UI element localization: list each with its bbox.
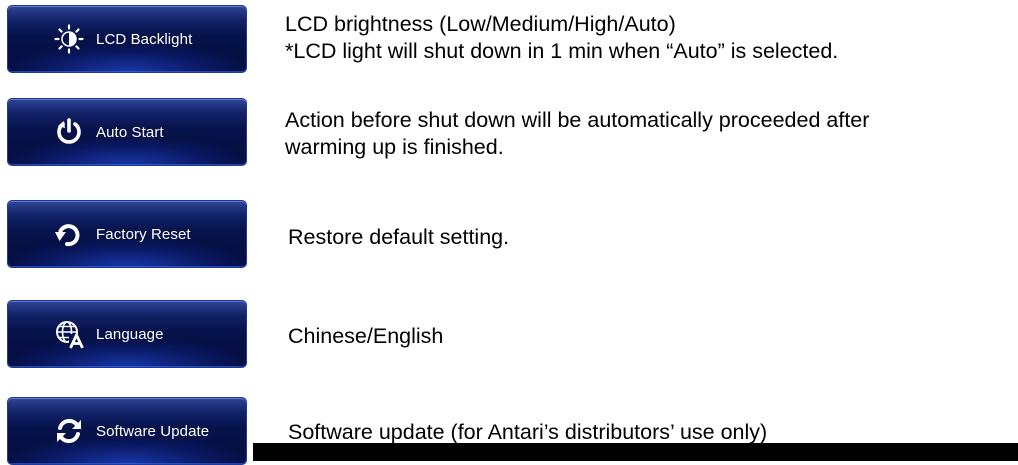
factory-reset-description: Restore default setting. [288, 224, 509, 251]
auto-start-label: Auto Start [96, 123, 164, 141]
software-update-button[interactable]: Software Update [7, 397, 247, 465]
software-update-description: Software update (for Antari’s distributo… [288, 419, 767, 446]
language-button[interactable]: Language [7, 300, 247, 368]
factory-reset-button[interactable]: Factory Reset [7, 200, 247, 268]
software-update-label: Software Update [96, 422, 210, 440]
lcd-backlight-description: LCD brightness (Low/Medium/High/Auto) *L… [285, 11, 838, 65]
description-line: Action before shut down will be automati… [285, 108, 870, 132]
language-description: Chinese/English [288, 323, 443, 350]
auto-start-description: Action before shut down will be automati… [285, 107, 869, 161]
bottom-black-bar [253, 443, 1018, 461]
lcd-backlight-button[interactable]: LCD Backlight [7, 5, 247, 73]
factory-reset-label: Factory Reset [96, 225, 191, 243]
description-line: LCD brightness (Low/Medium/High/Auto) [285, 12, 676, 36]
description-line: Restore default setting. [288, 225, 510, 249]
description-line: Software update (for Antari’s distributo… [288, 420, 768, 444]
power-cycle-icon [54, 117, 84, 147]
description-line: *LCD light will shut down in 1 min when … [285, 39, 839, 63]
globe-language-icon [54, 319, 84, 349]
language-label: Language [96, 325, 164, 343]
reset-arrow-icon [54, 219, 84, 249]
brightness-icon [54, 24, 84, 54]
description-line: Chinese/English [288, 324, 444, 348]
refresh-sync-icon [54, 416, 84, 446]
auto-start-button[interactable]: Auto Start [7, 98, 247, 166]
lcd-backlight-label: LCD Backlight [96, 30, 193, 48]
description-line: warming up is finished. [285, 135, 504, 159]
